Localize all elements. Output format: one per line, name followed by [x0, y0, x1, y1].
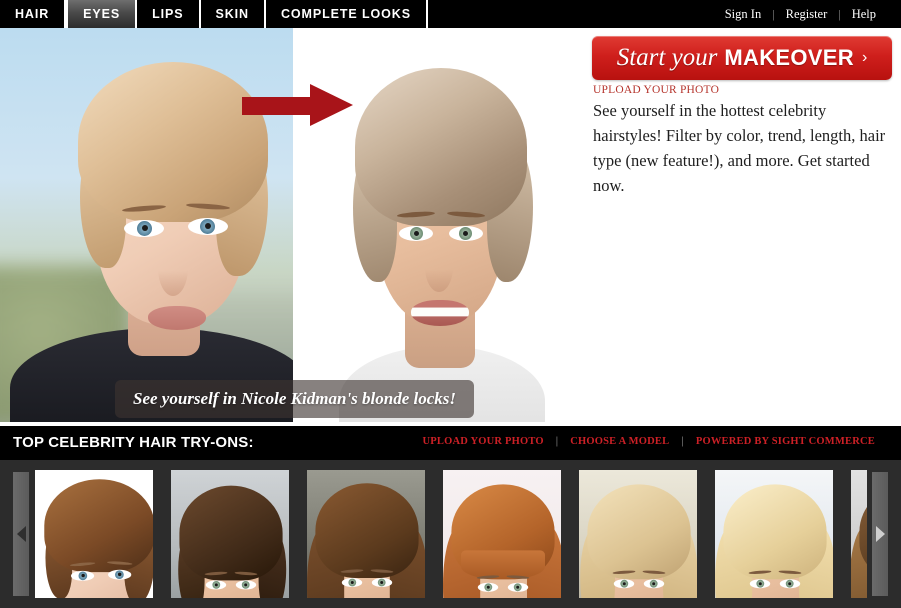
- hero-caption: See yourself in Nicole Kidman's blonde l…: [115, 380, 474, 418]
- eye-left: [124, 220, 164, 237]
- arrow-shaft: [242, 97, 314, 115]
- promo-panel: Start your MAKEOVER › UPLOAD YOUR PHOTO …: [585, 28, 901, 422]
- eye-right: [371, 578, 393, 587]
- hair-mass: [355, 68, 527, 226]
- pupil-left: [142, 225, 148, 231]
- pupil-right: [117, 572, 122, 577]
- celebrity-tryons-bar: TOP CELEBRITY HAIR TRY-ONS: UPLOAD YOUR …: [0, 426, 901, 460]
- powered-by-sight-commerce-link[interactable]: POWERED BY SIGHT COMMERCE: [684, 436, 887, 447]
- eye-left: [749, 579, 771, 589]
- makeover-button-script-text: Start your: [616, 44, 718, 71]
- sign-in-link[interactable]: Sign In: [714, 7, 772, 22]
- hair-mass: [179, 485, 283, 581]
- upload-your-photo-kicker[interactable]: UPLOAD YOUR PHOTO: [593, 84, 719, 96]
- eye-left: [613, 579, 635, 589]
- arrow-head: [310, 84, 353, 126]
- lips-smiling: [411, 300, 469, 326]
- celebrity-thumb-1[interactable]: [35, 470, 153, 598]
- eye-right: [779, 579, 801, 589]
- eye-right: [235, 580, 257, 590]
- celebrity-thumb-4[interactable]: [443, 470, 561, 598]
- pupil-right: [652, 582, 656, 586]
- hair-mass: [44, 479, 153, 573]
- tab-lips[interactable]: LIPS: [137, 0, 201, 28]
- carousel-next-button[interactable]: [872, 472, 888, 596]
- chevron-left-icon: [16, 526, 26, 542]
- celebrity-portrait: [35, 470, 153, 598]
- nose: [425, 242, 453, 292]
- eye-right: [643, 579, 665, 589]
- pupil-right: [380, 581, 384, 584]
- celebrity-thumb-3[interactable]: [307, 470, 425, 598]
- pupil-right: [463, 231, 468, 236]
- thumbnail-strip: [35, 470, 867, 600]
- account-links: Sign In | Register | Help: [714, 0, 901, 28]
- chevron-right-icon: ›: [861, 49, 868, 66]
- celebrity-portrait: [579, 470, 697, 598]
- upload-your-photo-link[interactable]: UPLOAD YOUR PHOTO: [410, 436, 555, 447]
- pupil-right: [516, 585, 520, 589]
- celebrity-thumb-7[interactable]: [851, 470, 867, 598]
- promo-description: See yourself in the hottest celebrity ha…: [593, 101, 886, 195]
- start-makeover-button[interactable]: Start your MAKEOVER ›: [592, 36, 892, 80]
- tab-complete-looks[interactable]: COMPLETE LOOKS: [266, 0, 428, 28]
- pupil-left: [81, 573, 85, 578]
- eye-left: [399, 226, 433, 241]
- tab-hair[interactable]: HAIR: [0, 0, 67, 28]
- eye-left: [205, 580, 227, 590]
- pupil-left: [350, 581, 354, 584]
- hair-mass: [587, 484, 691, 580]
- eye-right: [108, 569, 132, 580]
- choose-a-model-link[interactable]: CHOOSE A MODEL: [558, 436, 681, 447]
- pupil-left: [758, 582, 762, 586]
- pupil-right: [788, 582, 792, 586]
- makeover-button-bold-text: MAKEOVER: [724, 45, 854, 70]
- celebrity-portrait: [307, 470, 425, 598]
- transform-arrow-icon: [242, 84, 353, 127]
- chevron-right-icon: [875, 526, 885, 542]
- register-link[interactable]: Register: [775, 7, 839, 22]
- pupil-left: [622, 582, 626, 586]
- eye-left: [477, 582, 499, 592]
- tab-skin[interactable]: SKIN: [201, 0, 266, 28]
- top-navigation-bar: HAIR EYES LIPS SKIN COMPLETE LOOKS Sign …: [0, 0, 901, 28]
- eye-right: [188, 218, 228, 235]
- celebrity-thumbnail-carousel: [0, 460, 901, 608]
- lips: [148, 306, 206, 330]
- hair-mass: [78, 62, 268, 222]
- celebrity-tryons-title: TOP CELEBRITY HAIR TRY-ONS:: [13, 434, 254, 451]
- eye-left: [341, 578, 363, 587]
- celebrity-thumb-6[interactable]: [715, 470, 833, 598]
- hair-mass: [315, 483, 419, 578]
- carousel-prev-button[interactable]: [13, 472, 29, 596]
- pupil-left: [486, 585, 490, 589]
- pupil-right: [244, 583, 248, 587]
- nose: [158, 240, 188, 296]
- celebrity-portrait: [851, 470, 867, 598]
- hero-before-after[interactable]: See yourself in Nicole Kidman's blonde l…: [0, 28, 585, 422]
- pupil-right: [205, 223, 211, 229]
- eye-left: [70, 570, 95, 581]
- eye-right: [449, 226, 483, 241]
- tab-eyes[interactable]: EYES: [66, 0, 138, 28]
- celebrity-portrait: [443, 470, 561, 598]
- pupil-left: [414, 231, 419, 236]
- page-root: HAIR EYES LIPS SKIN COMPLETE LOOKS Sign …: [0, 0, 901, 608]
- hair-bangs: [461, 550, 545, 580]
- celebrity-portrait: [715, 470, 833, 598]
- help-link[interactable]: Help: [841, 7, 887, 22]
- celebrity-thumb-5[interactable]: [579, 470, 697, 598]
- celebrity-thumb-2[interactable]: [171, 470, 289, 598]
- pupil-left: [214, 583, 218, 587]
- nav-tabs: HAIR EYES LIPS SKIN COMPLETE LOOKS: [0, 0, 428, 28]
- eye-right: [507, 582, 529, 592]
- bottom-bar-links: UPLOAD YOUR PHOTO | CHOOSE A MODEL | POW…: [410, 436, 887, 447]
- celebrity-portrait: [171, 470, 287, 598]
- hair-mass: [723, 484, 827, 580]
